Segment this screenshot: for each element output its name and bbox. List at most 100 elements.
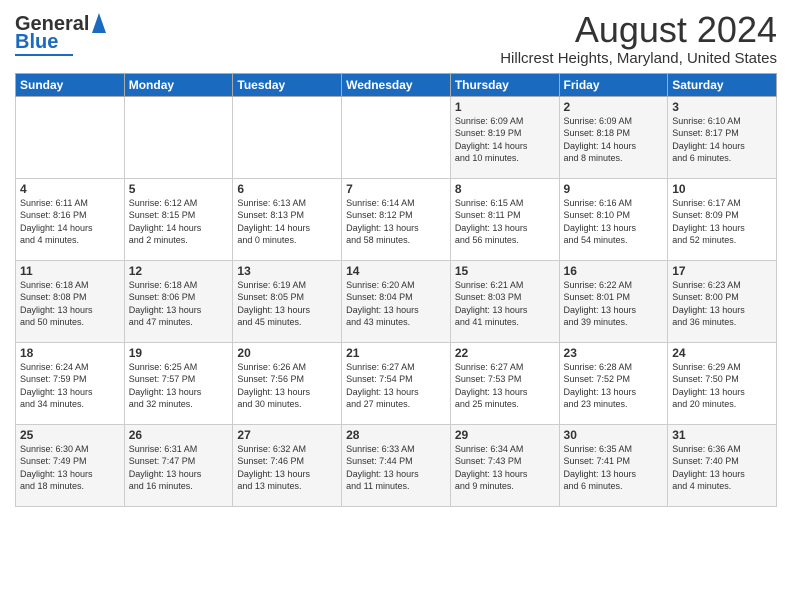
col-friday: Friday <box>559 73 668 96</box>
logo-underline <box>15 54 73 56</box>
cell-info: Sunrise: 6:18 AM Sunset: 8:08 PM Dayligh… <box>20 279 120 329</box>
table-row: 15Sunrise: 6:21 AM Sunset: 8:03 PM Dayli… <box>450 260 559 342</box>
table-row: 20Sunrise: 6:26 AM Sunset: 7:56 PM Dayli… <box>233 342 342 424</box>
cell-info: Sunrise: 6:26 AM Sunset: 7:56 PM Dayligh… <box>237 361 337 411</box>
cell-info: Sunrise: 6:33 AM Sunset: 7:44 PM Dayligh… <box>346 443 446 493</box>
cell-date: 19 <box>129 346 229 360</box>
cell-date: 12 <box>129 264 229 278</box>
cell-info: Sunrise: 6:21 AM Sunset: 8:03 PM Dayligh… <box>455 279 555 329</box>
table-row: 1Sunrise: 6:09 AM Sunset: 8:19 PM Daylig… <box>450 96 559 178</box>
col-thursday: Thursday <box>450 73 559 96</box>
cell-info: Sunrise: 6:36 AM Sunset: 7:40 PM Dayligh… <box>672 443 772 493</box>
logo-triangle-icon <box>92 13 106 33</box>
table-row: 16Sunrise: 6:22 AM Sunset: 8:01 PM Dayli… <box>559 260 668 342</box>
cell-date: 1 <box>455 100 555 114</box>
table-row: 27Sunrise: 6:32 AM Sunset: 7:46 PM Dayli… <box>233 424 342 506</box>
cell-info: Sunrise: 6:18 AM Sunset: 8:06 PM Dayligh… <box>129 279 229 329</box>
table-row: 9Sunrise: 6:16 AM Sunset: 8:10 PM Daylig… <box>559 178 668 260</box>
cell-info: Sunrise: 6:16 AM Sunset: 8:10 PM Dayligh… <box>564 197 664 247</box>
table-row: 26Sunrise: 6:31 AM Sunset: 7:47 PM Dayli… <box>124 424 233 506</box>
table-row: 6Sunrise: 6:13 AM Sunset: 8:13 PM Daylig… <box>233 178 342 260</box>
cell-date: 13 <box>237 264 337 278</box>
cell-info: Sunrise: 6:24 AM Sunset: 7:59 PM Dayligh… <box>20 361 120 411</box>
calendar: Sunday Monday Tuesday Wednesday Thursday… <box>15 73 777 507</box>
cell-date: 10 <box>672 182 772 196</box>
cell-date: 25 <box>20 428 120 442</box>
table-row: 7Sunrise: 6:14 AM Sunset: 8:12 PM Daylig… <box>342 178 451 260</box>
cell-info: Sunrise: 6:35 AM Sunset: 7:41 PM Dayligh… <box>564 443 664 493</box>
table-row <box>233 96 342 178</box>
table-row: 25Sunrise: 6:30 AM Sunset: 7:49 PM Dayli… <box>16 424 125 506</box>
calendar-week-row: 4Sunrise: 6:11 AM Sunset: 8:16 PM Daylig… <box>16 178 777 260</box>
cell-date: 5 <box>129 182 229 196</box>
cell-date: 16 <box>564 264 664 278</box>
table-row: 19Sunrise: 6:25 AM Sunset: 7:57 PM Dayli… <box>124 342 233 424</box>
cell-info: Sunrise: 6:15 AM Sunset: 8:11 PM Dayligh… <box>455 197 555 247</box>
cell-info: Sunrise: 6:22 AM Sunset: 8:01 PM Dayligh… <box>564 279 664 329</box>
cell-info: Sunrise: 6:30 AM Sunset: 7:49 PM Dayligh… <box>20 443 120 493</box>
table-row: 14Sunrise: 6:20 AM Sunset: 8:04 PM Dayli… <box>342 260 451 342</box>
cell-date: 29 <box>455 428 555 442</box>
cell-info: Sunrise: 6:27 AM Sunset: 7:53 PM Dayligh… <box>455 361 555 411</box>
col-saturday: Saturday <box>668 73 777 96</box>
cell-info: Sunrise: 6:13 AM Sunset: 8:13 PM Dayligh… <box>237 197 337 247</box>
cell-date: 24 <box>672 346 772 360</box>
col-tuesday: Tuesday <box>233 73 342 96</box>
header: General Blue August 2024 Hillcrest Heigh… <box>15 10 777 67</box>
cell-info: Sunrise: 6:12 AM Sunset: 8:15 PM Dayligh… <box>129 197 229 247</box>
logo-blue-text: Blue <box>15 32 58 52</box>
cell-info: Sunrise: 6:17 AM Sunset: 8:09 PM Dayligh… <box>672 197 772 247</box>
table-row: 21Sunrise: 6:27 AM Sunset: 7:54 PM Dayli… <box>342 342 451 424</box>
cell-date: 8 <box>455 182 555 196</box>
cell-date: 22 <box>455 346 555 360</box>
cell-date: 27 <box>237 428 337 442</box>
table-row <box>342 96 451 178</box>
cell-date: 4 <box>20 182 120 196</box>
table-row: 8Sunrise: 6:15 AM Sunset: 8:11 PM Daylig… <box>450 178 559 260</box>
table-row: 17Sunrise: 6:23 AM Sunset: 8:00 PM Dayli… <box>668 260 777 342</box>
cell-date: 21 <box>346 346 446 360</box>
table-row: 3Sunrise: 6:10 AM Sunset: 8:17 PM Daylig… <box>668 96 777 178</box>
logo: General Blue <box>15 14 106 56</box>
subtitle: Hillcrest Heights, Maryland, United Stat… <box>500 50 777 67</box>
cell-info: Sunrise: 6:14 AM Sunset: 8:12 PM Dayligh… <box>346 197 446 247</box>
cell-info: Sunrise: 6:19 AM Sunset: 8:05 PM Dayligh… <box>237 279 337 329</box>
col-sunday: Sunday <box>16 73 125 96</box>
table-row: 5Sunrise: 6:12 AM Sunset: 8:15 PM Daylig… <box>124 178 233 260</box>
calendar-week-row: 18Sunrise: 6:24 AM Sunset: 7:59 PM Dayli… <box>16 342 777 424</box>
col-wednesday: Wednesday <box>342 73 451 96</box>
page: General Blue August 2024 Hillcrest Heigh… <box>0 0 792 612</box>
table-row: 30Sunrise: 6:35 AM Sunset: 7:41 PM Dayli… <box>559 424 668 506</box>
cell-info: Sunrise: 6:25 AM Sunset: 7:57 PM Dayligh… <box>129 361 229 411</box>
cell-date: 7 <box>346 182 446 196</box>
cell-date: 15 <box>455 264 555 278</box>
calendar-header-row: Sunday Monday Tuesday Wednesday Thursday… <box>16 73 777 96</box>
cell-date: 23 <box>564 346 664 360</box>
cell-date: 9 <box>564 182 664 196</box>
cell-date: 28 <box>346 428 446 442</box>
cell-info: Sunrise: 6:34 AM Sunset: 7:43 PM Dayligh… <box>455 443 555 493</box>
table-row: 31Sunrise: 6:36 AM Sunset: 7:40 PM Dayli… <box>668 424 777 506</box>
cell-info: Sunrise: 6:10 AM Sunset: 8:17 PM Dayligh… <box>672 115 772 165</box>
cell-info: Sunrise: 6:20 AM Sunset: 8:04 PM Dayligh… <box>346 279 446 329</box>
table-row: 23Sunrise: 6:28 AM Sunset: 7:52 PM Dayli… <box>559 342 668 424</box>
cell-date: 18 <box>20 346 120 360</box>
cell-info: Sunrise: 6:09 AM Sunset: 8:19 PM Dayligh… <box>455 115 555 165</box>
cell-date: 26 <box>129 428 229 442</box>
cell-date: 14 <box>346 264 446 278</box>
cell-info: Sunrise: 6:09 AM Sunset: 8:18 PM Dayligh… <box>564 115 664 165</box>
table-row: 2Sunrise: 6:09 AM Sunset: 8:18 PM Daylig… <box>559 96 668 178</box>
cell-info: Sunrise: 6:23 AM Sunset: 8:00 PM Dayligh… <box>672 279 772 329</box>
table-row: 4Sunrise: 6:11 AM Sunset: 8:16 PM Daylig… <box>16 178 125 260</box>
table-row <box>124 96 233 178</box>
table-row: 24Sunrise: 6:29 AM Sunset: 7:50 PM Dayli… <box>668 342 777 424</box>
table-row: 12Sunrise: 6:18 AM Sunset: 8:06 PM Dayli… <box>124 260 233 342</box>
cell-date: 6 <box>237 182 337 196</box>
table-row <box>16 96 125 178</box>
cell-info: Sunrise: 6:28 AM Sunset: 7:52 PM Dayligh… <box>564 361 664 411</box>
cell-info: Sunrise: 6:31 AM Sunset: 7:47 PM Dayligh… <box>129 443 229 493</box>
table-row: 11Sunrise: 6:18 AM Sunset: 8:08 PM Dayli… <box>16 260 125 342</box>
title-block: August 2024 Hillcrest Heights, Maryland,… <box>500 10 777 67</box>
cell-info: Sunrise: 6:29 AM Sunset: 7:50 PM Dayligh… <box>672 361 772 411</box>
cell-date: 3 <box>672 100 772 114</box>
